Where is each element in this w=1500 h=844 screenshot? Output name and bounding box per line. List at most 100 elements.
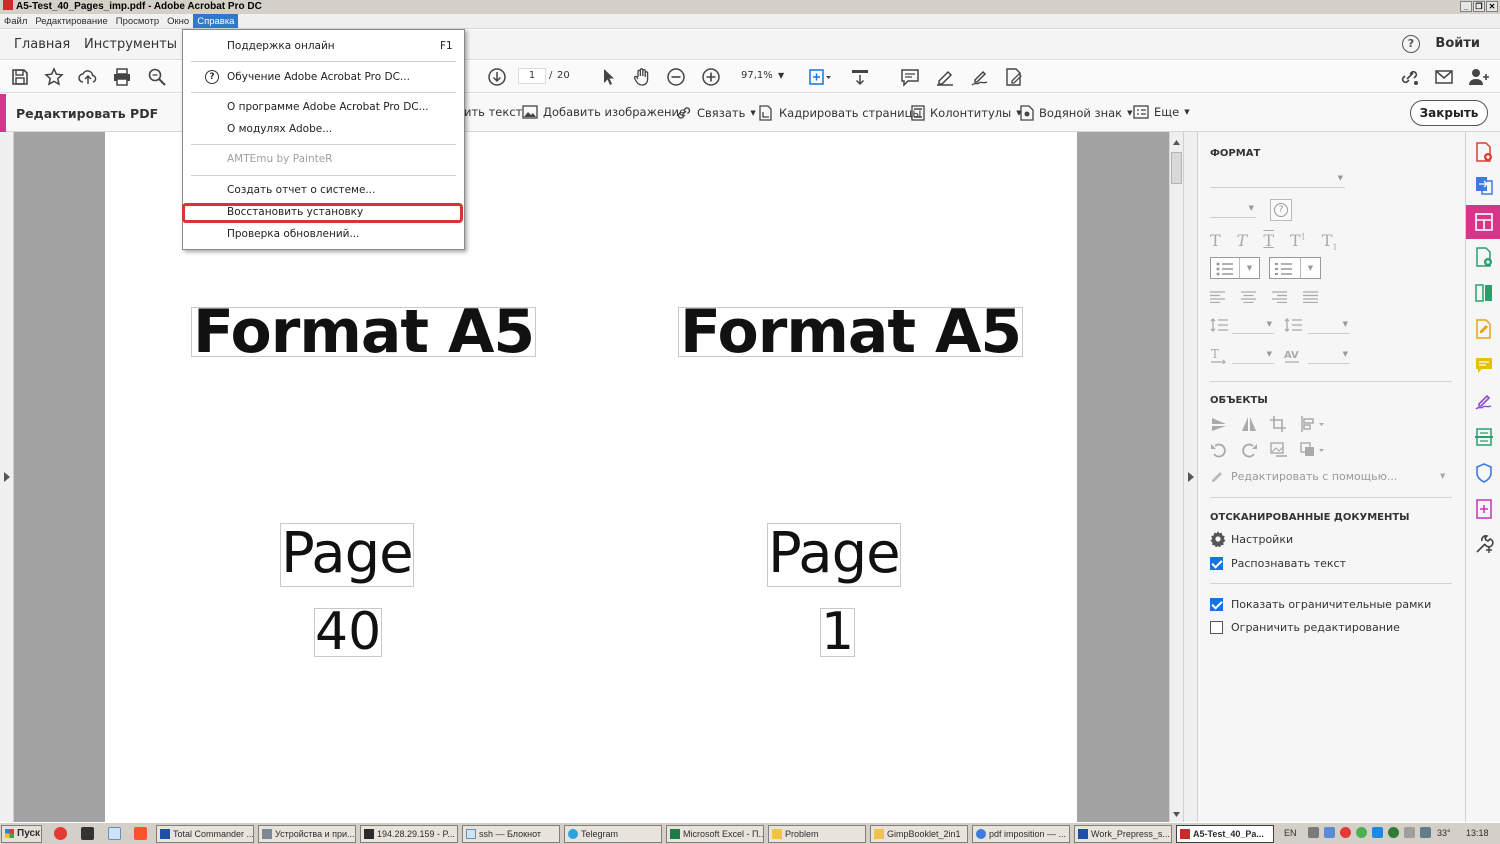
prepare-form-icon[interactable] — [1474, 499, 1494, 519]
minimize-button[interactable]: _ — [1460, 1, 1472, 12]
clock[interactable]: 13:18 — [1466, 825, 1489, 841]
hand-tool-icon[interactable] — [632, 67, 652, 87]
align-right-icon[interactable] — [1272, 291, 1287, 303]
edit-with-label[interactable]: Редактировать с помощью... — [1231, 470, 1397, 483]
line-spacing-select[interactable]: ▼ — [1232, 318, 1274, 334]
task-excel[interactable]: Microsoft Excel - П... — [666, 825, 764, 843]
comment-icon[interactable] — [900, 67, 920, 87]
sign-icon[interactable] — [970, 67, 990, 87]
left-panel-toggle[interactable] — [0, 132, 14, 822]
close-window-button[interactable]: ✕ — [1486, 1, 1498, 12]
task-notepad[interactable]: ssh — Блокнот — [462, 825, 560, 843]
rotate-left-icon[interactable] — [1210, 442, 1228, 458]
upload-cloud-icon[interactable] — [78, 67, 98, 87]
tray-nvidia-icon[interactable] — [1388, 827, 1399, 838]
left-page-word[interactable]: Page — [280, 523, 414, 587]
task-work-prepress[interactable]: Work_Prepress_s... — [1074, 825, 1172, 843]
flip-horizontal-icon[interactable] — [1240, 416, 1258, 432]
combine-files-icon[interactable] — [1474, 247, 1494, 267]
login-button[interactable]: Войти — [1435, 36, 1480, 51]
terminal-icon[interactable] — [81, 827, 94, 840]
close-edit-button[interactable]: Закрыть — [1410, 100, 1488, 126]
volume-icon[interactable] — [1420, 827, 1431, 838]
recognize-text-checkbox[interactable] — [1210, 557, 1223, 570]
character-spacing-icon[interactable]: AV — [1284, 348, 1302, 364]
task-problem-folder[interactable]: Problem — [768, 825, 866, 843]
headers-footers-button[interactable]: Колонтитулы ▼ — [911, 105, 1022, 121]
scrollbar-thumb[interactable] — [1171, 152, 1182, 184]
scan-tool-icon[interactable] — [1474, 427, 1494, 447]
scroll-mode-icon[interactable] — [850, 67, 870, 87]
opera-icon[interactable] — [54, 827, 67, 840]
notepad-icon[interactable] — [108, 827, 121, 840]
sign-tool-icon[interactable] — [1474, 391, 1494, 411]
settings-gear-icon[interactable] — [1210, 531, 1226, 547]
email-icon[interactable] — [1434, 67, 1454, 87]
tray-app-icon[interactable] — [1308, 827, 1319, 838]
edit-with-dropdown-icon[interactable]: ▼ — [1440, 472, 1445, 480]
left-heading[interactable]: Format A5 — [191, 307, 537, 357]
task-gimpbooklet-folder[interactable]: GimpBooklet_2in1 — [870, 825, 968, 843]
tray-security-icon[interactable] — [1340, 827, 1351, 838]
task-telegram[interactable]: Telegram — [564, 825, 662, 843]
crop-pages-button[interactable]: Кадрировать страницы — [758, 105, 922, 121]
character-spacing-select[interactable]: ▼ — [1308, 348, 1350, 364]
paragraph-spacing-icon[interactable] — [1284, 318, 1302, 332]
zoom-dropdown-icon[interactable]: ▼ — [778, 71, 784, 80]
zoom-out-icon[interactable] — [666, 67, 686, 87]
fill-sign-icon[interactable] — [1004, 67, 1024, 87]
bookmark-star-icon[interactable] — [44, 67, 64, 87]
task-devices[interactable]: Устройства и при... — [258, 825, 356, 843]
menu-item-about-acrobat[interactable]: О программе Adobe Acrobat Pro DC... — [227, 101, 429, 113]
recognize-text-label[interactable]: Распознавать текст — [1231, 557, 1346, 570]
task-putty[interactable]: 194.28.29.159 - P... — [360, 825, 458, 843]
zoom-level[interactable]: 97,1% — [741, 70, 773, 81]
help-icon[interactable]: ? — [1402, 35, 1420, 53]
next-page-icon[interactable] — [487, 67, 507, 87]
arrange-objects-icon[interactable] — [1300, 442, 1326, 458]
protect-shield-icon[interactable] — [1474, 463, 1494, 483]
print-icon[interactable] — [112, 67, 132, 87]
vertical-scrollbar[interactable] — [1169, 132, 1183, 822]
left-page-number[interactable]: 40 — [314, 608, 383, 657]
menu-help[interactable]: Справка — [193, 14, 239, 28]
horizontal-scale-icon[interactable]: T — [1210, 348, 1228, 364]
page-number-input[interactable]: 1 — [518, 68, 546, 84]
paragraph-spacing-select[interactable]: ▼ — [1308, 318, 1350, 334]
organize-pages-icon[interactable] — [1474, 283, 1494, 303]
horizontal-scale-select[interactable]: ▼ — [1232, 348, 1274, 364]
tray-misc-icon[interactable] — [1404, 827, 1415, 838]
menu-file[interactable]: Файл — [0, 14, 31, 28]
task-acrobat[interactable]: A5-Test_40_Pa... — [1176, 825, 1274, 843]
align-center-icon[interactable] — [1241, 291, 1256, 303]
text-italic-icon[interactable]: T — [1237, 231, 1248, 252]
network-icon[interactable] — [1324, 827, 1335, 838]
export-pdf-icon[interactable] — [1474, 175, 1494, 195]
menu-item-online-support[interactable]: Поддержка онлайн — [227, 40, 335, 52]
show-bounding-boxes-checkbox[interactable] — [1210, 598, 1223, 611]
menu-item-about-plugins[interactable]: О модулях Adobe... — [227, 123, 332, 135]
comment-tool-icon[interactable] — [1474, 355, 1494, 375]
watermark-button[interactable]: Водяной знак ▼ — [1020, 105, 1133, 121]
zoom-search-icon[interactable] — [147, 67, 167, 87]
language-indicator[interactable]: EN — [1284, 825, 1297, 841]
flip-vertical-icon[interactable] — [1210, 416, 1228, 432]
align-justify-icon[interactable] — [1303, 291, 1318, 303]
task-total-commander[interactable]: Total Commander ... — [156, 825, 254, 843]
select-cursor-icon[interactable] — [598, 67, 618, 87]
font-size-select[interactable]: ▼ — [1210, 200, 1256, 218]
settings-label[interactable]: Настройки — [1231, 533, 1293, 546]
bullet-list-select[interactable]: ▼ — [1210, 257, 1260, 279]
restore-button[interactable]: ❐ — [1473, 1, 1485, 12]
text-subscript-icon[interactable]: T1 — [1322, 231, 1338, 252]
weather-temperature[interactable]: 33° — [1437, 825, 1451, 841]
tray-cloud-icon[interactable] — [1372, 827, 1383, 838]
show-bounding-boxes-label[interactable]: Показать ограничительные рамки — [1231, 598, 1431, 611]
zoom-in-icon[interactable] — [701, 67, 721, 87]
restrict-editing-checkbox[interactable] — [1210, 621, 1223, 634]
replace-image-icon[interactable] — [1270, 442, 1288, 458]
fill-sign-tool-icon[interactable] — [1474, 319, 1494, 339]
link-button[interactable]: Связать ▼ — [676, 105, 756, 121]
text-regular-icon[interactable]: T — [1210, 231, 1221, 252]
align-objects-icon[interactable] — [1300, 416, 1326, 432]
